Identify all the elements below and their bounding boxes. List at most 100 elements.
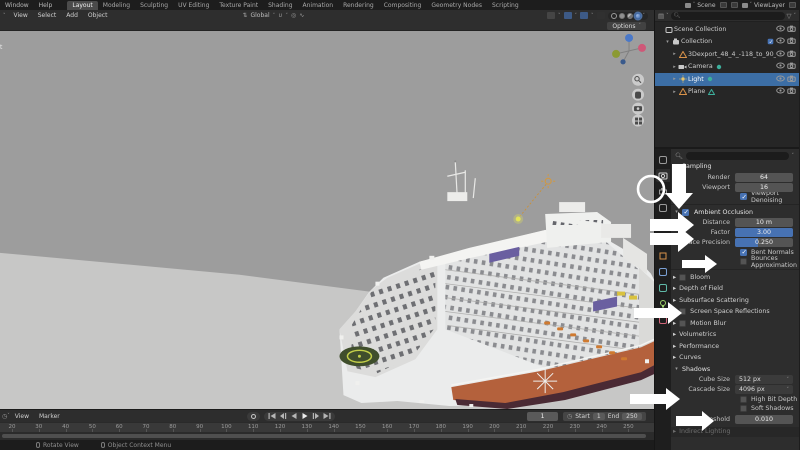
soft-shadows-checkbox[interactable]: [740, 405, 747, 412]
outliner-search-input[interactable]: 🔍︎: [671, 12, 785, 20]
workspace-tab-layout[interactable]: Layout: [67, 1, 97, 10]
new-viewlayer-button[interactable]: [789, 2, 796, 8]
panel-header-screen-space-reflections[interactable]: ▸Screen Space Reflections: [671, 306, 799, 318]
jump-end-button[interactable]: [323, 412, 331, 420]
play-button[interactable]: [301, 412, 309, 420]
prev-keyframe-button[interactable]: [279, 412, 287, 420]
workspace-tab-uv-editing[interactable]: UV Editing: [173, 1, 214, 10]
workspace-tab-compositing[interactable]: Compositing: [379, 1, 427, 10]
outliner-row-scene-collection[interactable]: Scene Collection: [655, 23, 799, 36]
timeline-editor-type-icon[interactable]: ◷: [0, 413, 7, 420]
timeline-menu-marker[interactable]: Marker: [34, 413, 65, 420]
xray-toggle[interactable]: [597, 12, 605, 19]
workspace-tab-scripting[interactable]: Scripting: [487, 1, 524, 10]
shading-solid-button[interactable]: [619, 13, 625, 19]
properties-tab-texture[interactable]: [656, 313, 670, 326]
outliner-row-collection[interactable]: ▾Collection: [655, 36, 799, 49]
viewport-menu-view[interactable]: View: [9, 12, 33, 19]
panel-header-subsurface-scattering[interactable]: ▸Subsurface Scattering: [671, 295, 799, 307]
outliner-row-light[interactable]: ▸Light: [655, 73, 799, 86]
timeline-ruler[interactable]: 2030405060708090100110120130140150160170…: [0, 422, 654, 432]
editor-type-chevron[interactable]: ˅: [0, 13, 9, 19]
camera-toggle-icon[interactable]: [787, 87, 796, 96]
jump-start-button[interactable]: [268, 412, 276, 420]
shading-material-button[interactable]: [627, 13, 633, 19]
panel-header-depth-of-field[interactable]: ▸Depth of Field: [671, 283, 799, 295]
eye-toggle-icon[interactable]: [776, 62, 785, 71]
overlays-dropdown[interactable]: [580, 12, 588, 19]
workspace-tab-rendering[interactable]: Rendering: [338, 1, 379, 10]
disclosure-triangle[interactable]: ▸: [671, 89, 678, 95]
properties-tab-scene[interactable]: [656, 217, 670, 230]
light-threshold-field[interactable]: 0.010: [735, 415, 793, 424]
panel-header-ambient-occlusion[interactable]: ▾Ambient Occlusion: [671, 207, 799, 218]
ambient-occlusion-checkbox[interactable]: [682, 209, 689, 216]
outliner-row-3dexport-48-4-118-to-90-255-[interactable]: ▸3Dexport_48_4_-118_to_90_255_: [655, 48, 799, 61]
proportional-editing-icon[interactable]: ◎: [291, 12, 296, 19]
transform-orientation-dropdown[interactable]: Global: [250, 12, 269, 19]
disclosure-triangle[interactable]: ▾: [664, 39, 671, 45]
disclosure-triangle[interactable]: ▸: [671, 51, 678, 57]
current-frame-field[interactable]: 1: [527, 412, 558, 421]
viewport-denoising-checkbox[interactable]: [740, 193, 747, 200]
camera-toggle-icon[interactable]: [787, 37, 796, 46]
timeline-track[interactable]: [0, 432, 654, 440]
topbar-menu-window[interactable]: Window: [0, 2, 34, 9]
timeline-menu-view[interactable]: View: [10, 413, 34, 420]
motion-blur-checkbox[interactable]: [679, 320, 686, 327]
workspace-tab-texture-paint[interactable]: Texture Paint: [214, 1, 263, 10]
filter-chevron-icon[interactable]: ˅: [792, 153, 795, 159]
camera-toggle-icon[interactable]: [787, 75, 796, 84]
timeline-scrollbar[interactable]: [2, 434, 646, 438]
panel-header-motion-blur[interactable]: ▸Motion Blur: [671, 318, 799, 330]
cube-size-dropdown[interactable]: 512 px˅: [735, 375, 793, 384]
eye-toggle-icon[interactable]: [776, 25, 785, 34]
viewport-menu-object[interactable]: Object: [83, 12, 113, 19]
options-dropdown[interactable]: Options˅: [607, 22, 646, 30]
properties-tab-modifiers[interactable]: [656, 265, 670, 278]
high-bit-depth-checkbox[interactable]: [740, 396, 747, 403]
scene-selector[interactable]: ˅Scene: [685, 2, 716, 9]
workspace-tab-modeling[interactable]: Modeling: [98, 1, 135, 10]
panel-header-performance[interactable]: ▸Performance: [671, 341, 799, 353]
properties-tab-output[interactable]: [656, 185, 670, 198]
workspace-tab-animation[interactable]: Animation: [298, 1, 339, 10]
object-visibility-dropdown[interactable]: [547, 12, 555, 19]
panel-header-sampling[interactable]: ▾Sampling: [671, 161, 799, 172]
filter-icon[interactable]: ▽: [787, 12, 792, 20]
proportional-falloff-icon[interactable]: ∿: [299, 12, 304, 19]
panel-header-shadows[interactable]: ▾Shadows: [671, 364, 799, 375]
properties-tab-tool[interactable]: [656, 153, 670, 166]
properties-tab-view-layer[interactable]: [656, 201, 670, 214]
panel-header-bloom[interactable]: ▸Bloom: [671, 272, 799, 284]
bloom-checkbox[interactable]: [679, 274, 686, 281]
camera-toggle-icon[interactable]: [787, 50, 796, 59]
properties-tab-physics[interactable]: [656, 281, 670, 294]
render-samples-field[interactable]: 64: [735, 173, 793, 182]
ao-factor-slider[interactable]: 3.00: [735, 228, 793, 237]
eye-toggle-icon[interactable]: [776, 75, 785, 84]
workspace-tab-sculpting[interactable]: Sculpting: [135, 1, 173, 10]
play-reverse-button[interactable]: [290, 412, 298, 420]
eye-toggle-icon[interactable]: [776, 87, 785, 96]
viewport-samples-field[interactable]: 16: [735, 183, 793, 192]
viewlayer-selector[interactable]: ˅ViewLayer: [742, 2, 785, 9]
panel-header-volumetrics[interactable]: ▸Volumetrics: [671, 329, 799, 341]
disclosure-triangle[interactable]: ▸: [671, 76, 678, 82]
outliner-row-camera[interactable]: ▸Camera: [655, 61, 799, 74]
auto-keying-toggle[interactable]: [247, 412, 260, 421]
properties-tab-object[interactable]: [656, 249, 670, 262]
camera-toggle-icon[interactable]: [787, 62, 796, 71]
unlink-scene-button[interactable]: [720, 2, 727, 8]
ao-distance-field[interactable]: 10 m: [735, 218, 793, 227]
properties-tab-render[interactable]: [656, 169, 670, 182]
disclosure-triangle[interactable]: ▸: [671, 64, 678, 70]
properties-search-input[interactable]: [686, 152, 789, 160]
properties-tab-object-data[interactable]: [656, 297, 670, 310]
viewport-menu-select[interactable]: Select: [33, 12, 62, 19]
workspace-tab-geometry-nodes[interactable]: Geometry Nodes: [426, 1, 487, 10]
workspace-tab-shading[interactable]: Shading: [263, 1, 297, 10]
panel-header-indirect-lighting[interactable]: ▸Indirect Lighting: [671, 427, 799, 437]
bent-normals-checkbox[interactable]: [740, 249, 747, 256]
new-scene-button[interactable]: [731, 2, 738, 8]
